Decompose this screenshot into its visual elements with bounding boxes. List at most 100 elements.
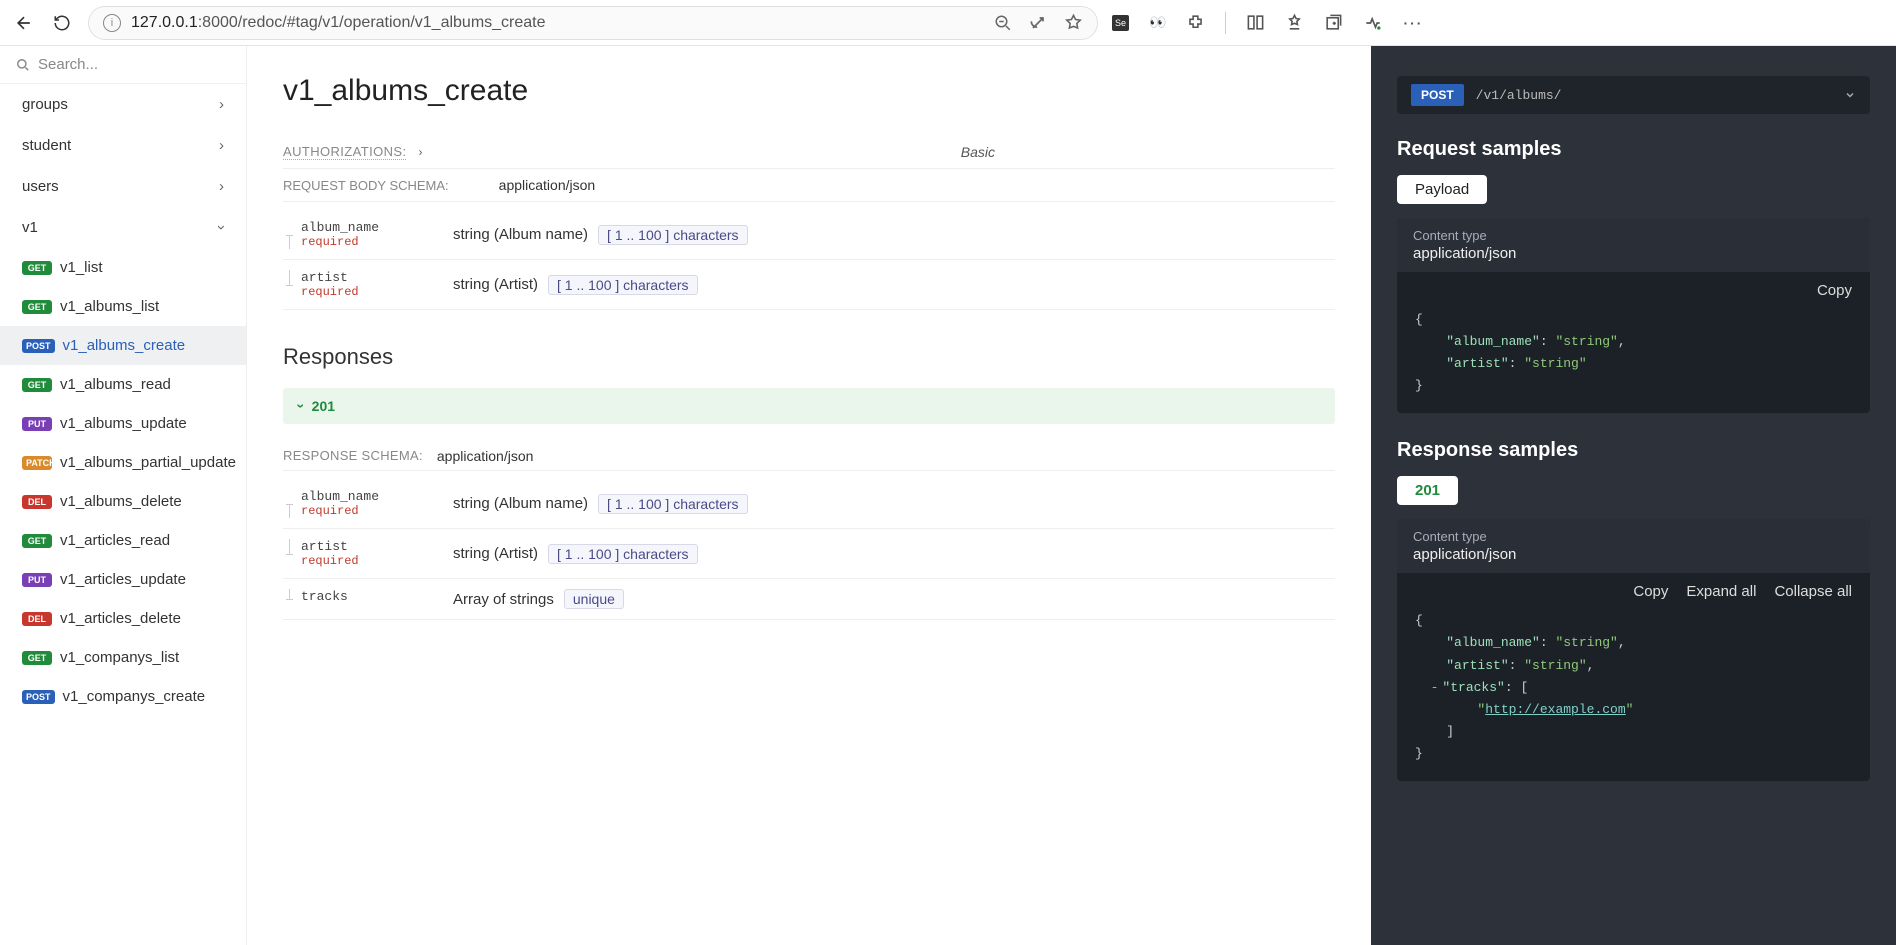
sidebar-item-v1_companys_list[interactable]: GET v1_companys_list [0,638,246,677]
sidebar-item-label: v1_albums_read [60,376,171,393]
field-name: album_namerequired [283,489,453,518]
url-text: 127.0.0.1:8000/redoc/#tag/v1/operation/v… [131,14,546,32]
refresh-button[interactable] [50,11,74,35]
field-desc: string (Album name)[ 1 .. 100 ] characte… [453,220,1335,249]
sidebar-item-v1_albums_create[interactable]: POST v1_albums_create [0,326,246,365]
extensions-icon[interactable] [1186,13,1205,32]
sidebar-item-v1_companys_create[interactable]: POST v1_companys_create [0,677,246,716]
sidebar-item-v1_list[interactable]: GETv1_list [0,248,246,287]
more-icon[interactable]: ··· [1403,15,1423,31]
chevron-right-icon: › [219,96,224,113]
sidebar-item-label: v1_companys_create [63,688,206,705]
content-type-value: application/json [1413,546,1854,563]
read-aloud-icon[interactable] [1028,13,1048,33]
nav-group-student[interactable]: student› [0,125,246,166]
method-badge: PUT [22,417,52,431]
sidebar-item-label: v1_articles_read [60,532,170,549]
method-badge: POST [22,339,55,353]
responses-heading: Responses [283,344,1335,370]
chevron-down-icon [1844,89,1856,101]
payload-tab[interactable]: Payload [1397,175,1487,204]
site-info-icon[interactable]: i [103,14,121,32]
field-name: album_namerequired [283,220,453,249]
address-bar[interactable]: i 127.0.0.1:8000/redoc/#tag/v1/operation… [88,6,1098,40]
method-badge: GET [22,534,52,548]
request-samples-heading: Request samples [1397,138,1870,161]
request-code-block[interactable]: { "album_name": "string", "artist": "str… [1397,303,1870,413]
nav-group-users[interactable]: users› [0,166,246,207]
nav-group-v1[interactable]: v1› [0,207,246,248]
method-badge: DEL [22,495,52,509]
chevron-down-icon: › [213,225,230,230]
sidebar-item-v1_articles_update[interactable]: PUT v1_articles_update [0,560,246,599]
sidebar-item-v1_albums_delete[interactable]: DELv1_albums_delete [0,482,246,521]
chevron-right-icon: › [219,137,224,154]
method-badge: POST [1411,84,1464,106]
nav-group-groups[interactable]: groups› [0,84,246,125]
sidebar-item-label: v1_albums_update [60,415,187,432]
sidebar-item-label: v1_albums_create [63,337,186,354]
split-screen-icon[interactable] [1246,13,1265,32]
health-icon[interactable] [1363,13,1383,33]
browser-extensions: Se 👀 ··· [1112,12,1429,34]
schema-row: album_namerequiredstring (Album name)[ 1… [283,210,1335,260]
response-code-panel: Content type application/json Copy Expan… [1397,519,1870,781]
schema-row: album_namerequiredstring (Album name)[ 1… [283,479,1335,529]
samples-panel: POST /v1/albums/ Request samples Payload… [1371,46,1896,945]
sidebar-item-label: v1_list [60,259,103,276]
schema-row: artistrequiredstring (Artist)[ 1 .. 100 … [283,529,1335,579]
response-code-block[interactable]: { "album_name": "string", "artist": "str… [1397,604,1870,781]
sidebar-item-label: v1_articles_delete [60,610,181,627]
selenium-ext-icon[interactable]: Se [1112,15,1129,31]
response-samples-heading: Response samples [1397,439,1870,462]
authorizations-row[interactable]: AUTHORIZATIONS: › Basic [283,136,1335,169]
favorite-icon[interactable] [1064,13,1083,32]
sidebar-item-label: v1_companys_list [60,649,179,666]
zoom-out-icon[interactable] [994,14,1012,32]
schema-row: tracksArray of strings unique [283,579,1335,620]
method-badge: GET [22,651,52,665]
search-input[interactable]: Search... [0,46,246,84]
sidebar-item-label: v1_albums_partial_update [60,454,236,471]
search-icon [16,58,30,72]
endpoint-path: /v1/albums/ [1476,88,1562,103]
resp-schema-label: RESPONSE SCHEMA: [283,448,423,464]
field-name: artistrequired [283,270,453,299]
chevron-right-icon: › [219,178,224,195]
sidebar-item-v1_albums_list[interactable]: GET v1_albums_list [0,287,246,326]
method-badge: DEL [22,612,52,626]
copy-button[interactable]: Copy [1817,282,1852,299]
req-body-value: application/json [499,177,596,193]
back-button[interactable] [12,11,36,35]
response-201-row[interactable]: › 201 [283,388,1335,424]
sidebar-item-v1_albums_update[interactable]: PUT v1_albums_update [0,404,246,443]
sidebar-item-v1_articles_delete[interactable]: DEL v1_articles_delete [0,599,246,638]
content-type-value: application/json [1413,245,1854,262]
sidebar-item-label: v1_articles_update [60,571,186,588]
favorites-bar-icon[interactable] [1285,13,1304,32]
method-badge: PUT [22,573,52,587]
sidebar-item-v1_albums_read[interactable]: GETv1_albums_read [0,365,246,404]
browser-toolbar: i 127.0.0.1:8000/redoc/#tag/v1/operation… [0,0,1896,46]
collapse-all-button[interactable]: Collapse all [1774,583,1852,600]
expand-all-button[interactable]: Expand all [1686,583,1756,600]
sidebar: Search... groups› student› users› v1› GE… [0,46,247,945]
method-badge: POST [22,690,55,704]
endpoint-box[interactable]: POST /v1/albums/ [1397,76,1870,114]
ext-icon-2[interactable]: 👀 [1149,14,1166,31]
response-201-tab[interactable]: 201 [1397,476,1458,505]
copy-button[interactable]: Copy [1633,583,1668,600]
resp-schema-value: application/json [437,448,534,464]
nav-list: groups› student› users› v1› GETv1_listGE… [0,84,246,945]
content-type-label: Content type [1413,228,1854,243]
sidebar-item-v1_albums_partial_update[interactable]: PATCHv1_albums_partial_update [0,443,246,482]
sidebar-item-v1_articles_read[interactable]: GET v1_articles_read [0,521,246,560]
response-schema-table: album_namerequiredstring (Album name)[ 1… [283,479,1335,620]
sidebar-item-label: v1_albums_list [60,298,159,315]
content-type-label: Content type [1413,529,1854,544]
collections-icon[interactable] [1324,13,1343,32]
chevron-down-icon: › [293,404,309,409]
method-badge: GET [22,300,52,314]
req-body-label: REQUEST BODY SCHEMA: [283,178,449,193]
schema-row: artistrequiredstring (Artist)[ 1 .. 100 … [283,260,1335,310]
